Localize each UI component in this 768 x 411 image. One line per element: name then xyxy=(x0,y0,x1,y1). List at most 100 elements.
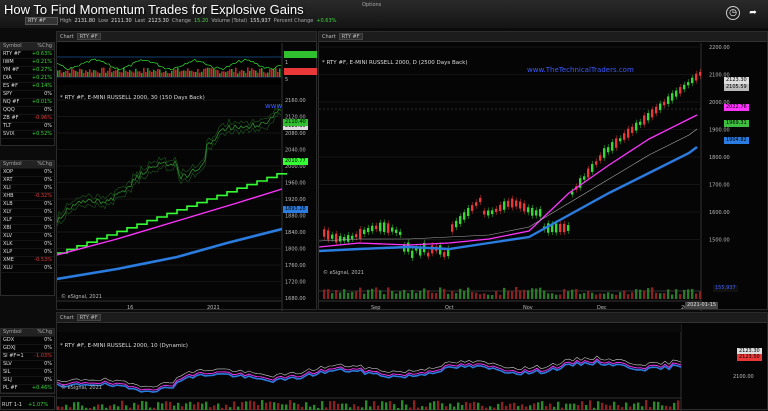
watchlist-row[interactable]: XOP 0% xyxy=(1,169,54,177)
watchlist-row[interactable]: RTY #F +0.63% xyxy=(1,51,54,59)
symbol-cell: XLV xyxy=(3,233,13,239)
volume-bar xyxy=(563,289,566,299)
watchlist-row[interactable]: XBI 0% xyxy=(1,225,54,233)
volume-bar xyxy=(479,294,482,299)
watchlist-row[interactable]: SIL 0% xyxy=(1,369,54,377)
column-header[interactable]: Symbol xyxy=(3,329,22,336)
volume-bar xyxy=(435,293,438,299)
watchlist-row[interactable]: XHB -0.32% xyxy=(1,193,54,201)
volume-bar xyxy=(395,293,398,299)
symbol-box[interactable]: RTY #F xyxy=(76,314,101,321)
watchlist-row[interactable]: XME -0.53% xyxy=(1,257,54,265)
watchlist-row[interactable]: XLB 0% xyxy=(1,201,54,209)
watchlist-row[interactable]: SVIX +0.52% xyxy=(1,131,54,139)
volume-bar xyxy=(93,406,96,410)
column-header[interactable]: Symbol xyxy=(3,161,22,168)
candle-body xyxy=(375,225,378,230)
oscillator-bar xyxy=(229,69,231,77)
volume-bar xyxy=(113,404,116,410)
watchlist-row[interactable]: XLV 0% xyxy=(1,233,54,241)
oscillator-bar xyxy=(103,67,105,77)
volume-bar xyxy=(445,406,448,410)
symbol-box[interactable]: RTY #F xyxy=(338,33,363,40)
volume-bar xyxy=(489,406,492,410)
column-header[interactable]: %Chg xyxy=(37,43,52,50)
watchlist-row[interactable]: XLK 0% xyxy=(1,241,54,249)
options-menu[interactable]: Options xyxy=(362,2,381,8)
volume-bar xyxy=(433,401,436,410)
clock-icon[interactable]: ◷ xyxy=(726,6,740,20)
symbol-box[interactable]: RTY #F xyxy=(76,33,101,40)
change-cell: 0% xyxy=(44,169,52,175)
column-header[interactable]: %Chg xyxy=(37,161,52,168)
oscillator-bar xyxy=(191,70,193,77)
symbol-cell: ES #F xyxy=(3,83,18,89)
watchlist-row[interactable]: SPY 0% xyxy=(1,91,54,99)
watchlist-row[interactable]: QQQ 0% xyxy=(1,107,54,115)
small-chart-canvas[interactable]: 152160.002120.002080.002040.002000.00196… xyxy=(57,43,318,311)
oscillator-bar xyxy=(133,72,135,77)
watchlist-row[interactable]: ES #F +0.14% xyxy=(1,83,54,91)
watchlist-row[interactable]: TLT 0% xyxy=(1,123,54,131)
y-tick: 1800.00 xyxy=(285,247,306,253)
oscillator-bar xyxy=(113,70,115,77)
watchlist-row[interactable]: NQ #F +0.01% xyxy=(1,99,54,107)
candle-body xyxy=(491,210,494,215)
volume-bar xyxy=(473,401,476,410)
volume-bar xyxy=(673,402,676,410)
volume-bar xyxy=(605,404,608,410)
column-header[interactable]: %Chg xyxy=(37,329,52,336)
main-chart-canvas[interactable]: 2200.002100.002000.001900.001800.001700.… xyxy=(319,43,768,311)
candle-body xyxy=(631,126,634,133)
watchlist-row[interactable]: SLV 0% xyxy=(1,361,54,369)
column-header[interactable]: Symbol xyxy=(3,43,22,50)
watchlist-row[interactable]: SILJ 0% xyxy=(1,377,54,385)
volume-bar xyxy=(439,287,442,299)
watchlist-row[interactable]: GDX 0% xyxy=(1,337,54,345)
watchlist-row[interactable]: ZB #F -0.96% xyxy=(1,115,54,123)
watchlist-metals: Symbol %Chg GDX 0% GDXJ 0% SI #F=1 -1.03% SLV 0% S… xyxy=(0,328,55,394)
volume-bar xyxy=(253,401,256,410)
candle-body xyxy=(363,229,366,234)
oscillator-bar xyxy=(255,70,257,77)
symbol-cell: SILJ xyxy=(3,377,12,383)
watchlist-row[interactable]: GDXJ 0% xyxy=(1,345,54,353)
bottom-chart-label: * RTY #F, E-MINI RUSSELL 2000, 10 (Dynam… xyxy=(60,343,188,349)
watchlist-row[interactable]: XRT 0% xyxy=(1,177,54,185)
watchlist-row[interactable]: XLY 0% xyxy=(1,209,54,217)
chart-copyright: © eSignal, 2021 xyxy=(61,294,102,300)
volume-bar xyxy=(335,290,338,299)
volume-bar xyxy=(347,292,350,299)
watchlist-row[interactable]: SI #F=1 -1.03% xyxy=(1,353,54,361)
volume-bar xyxy=(181,406,184,410)
candle-body xyxy=(511,198,514,208)
share-icon[interactable]: ➦ xyxy=(746,6,760,20)
watchlist-row[interactable]: XLP 0% xyxy=(1,249,54,257)
volume-bar xyxy=(189,401,192,410)
watchlist-row[interactable]: XLI 0% xyxy=(1,185,54,193)
video-title[interactable]: How To Find Momentum Trades for Explosiv… xyxy=(4,2,304,17)
volume-bar xyxy=(427,290,430,299)
candle-body xyxy=(463,212,466,220)
watchlist-row[interactable]: PL #F +0.46% xyxy=(1,385,54,393)
volume-bar xyxy=(297,404,300,410)
volume-bar xyxy=(515,287,518,299)
watchlist-row[interactable]: XLU 0% xyxy=(1,265,54,273)
candle-body xyxy=(607,147,610,153)
volume-bar xyxy=(173,405,176,410)
watchlist-row[interactable]: DIA +0.21% xyxy=(1,75,54,83)
candle-body xyxy=(439,245,442,255)
bottom-chart-canvas[interactable] xyxy=(57,324,768,411)
candle-body xyxy=(659,103,662,111)
header-symbol-box[interactable]: RTY #F xyxy=(25,17,58,25)
oscillator-bar xyxy=(173,69,175,77)
volume-bar xyxy=(513,402,516,410)
volume-bar xyxy=(403,289,406,299)
volume-bar xyxy=(637,402,640,410)
watchlist-row[interactable]: XLF 0% xyxy=(1,217,54,225)
watchlist-row[interactable]: IWM +0.21% xyxy=(1,59,54,67)
volume-bar xyxy=(571,289,574,299)
watchlist-row[interactable]: YM #F +0.27% xyxy=(1,67,54,75)
oscillator-bar xyxy=(187,68,189,77)
oscillator-bar xyxy=(265,73,267,77)
